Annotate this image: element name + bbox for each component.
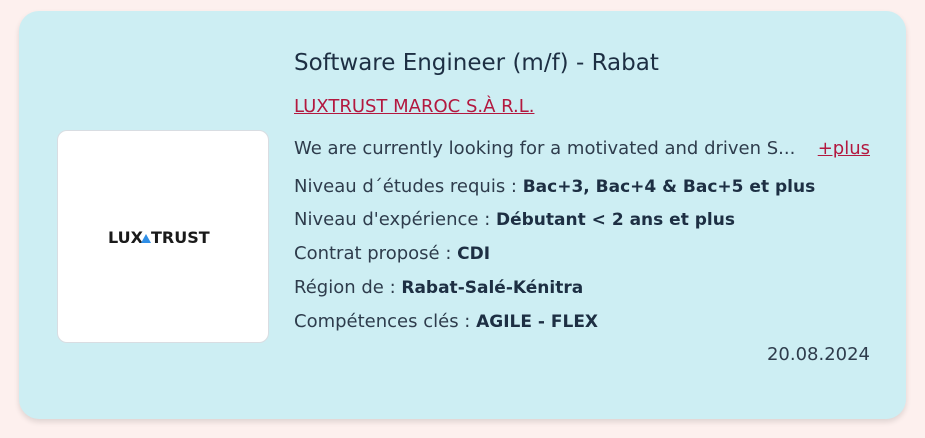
posting-date: 20.08.2024 — [766, 344, 870, 365]
detail-value: AGILE - FLEX — [476, 312, 599, 332]
logo-text-left: LUX — [108, 228, 144, 247]
luxtrust-logo-icon: LUX TRUST — [108, 228, 210, 247]
detail-label: Niveau d'expérience : — [294, 209, 496, 230]
detail-value: Rabat-Salé-Kénitra — [401, 278, 584, 298]
detail-label: Région de : — [294, 277, 402, 298]
job-title[interactable]: Software Engineer (m/f) - Rabat — [294, 50, 659, 76]
detail-value: CDI — [457, 244, 491, 264]
detail-education: Niveau d´études requis : Bac+3, Bac+4 & … — [294, 176, 815, 197]
detail-skills: Compétences clés : AGILE - FLEX — [294, 311, 598, 332]
detail-value: Débutant < 2 ans et plus — [496, 210, 735, 230]
detail-label: Niveau d´études requis : — [294, 176, 523, 197]
detail-experience: Niveau d'expérience : Débutant < 2 ans e… — [294, 209, 735, 230]
company-link[interactable]: LUXTRUST MAROC S.À R.L. — [294, 96, 534, 117]
job-card[interactable]: LUX TRUST Software Engineer (m/f) - Raba… — [19, 11, 906, 419]
job-description: We are currently looking for a motivated… — [294, 138, 796, 159]
job-description-row: We are currently looking for a motivated… — [294, 138, 870, 159]
detail-contract: Contrat proposé : CDI — [294, 243, 490, 264]
company-logo[interactable]: LUX TRUST — [57, 130, 269, 343]
logo-text-right: TRUST — [151, 228, 210, 247]
detail-label: Contrat proposé : — [294, 243, 458, 264]
detail-value: Bac+3, Bac+4 & Bac+5 et plus — [522, 177, 816, 197]
detail-label: Compétences clés : — [294, 311, 477, 332]
detail-region: Région de : Rabat-Salé-Kénitra — [294, 277, 583, 298]
more-link[interactable]: +plus — [818, 138, 870, 159]
